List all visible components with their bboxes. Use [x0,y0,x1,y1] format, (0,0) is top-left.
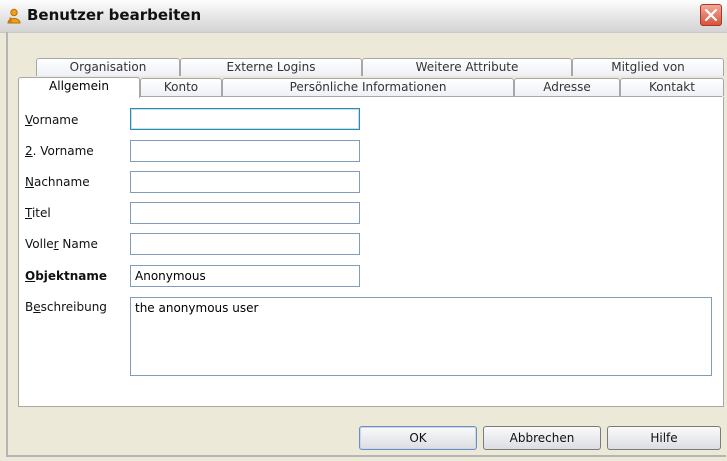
ok-button[interactable]: OK [359,426,477,450]
window-border-left [6,32,8,457]
title-bar[interactable]: Benutzer bearbeiten [0,0,727,33]
nachname-field[interactable] [130,171,360,193]
label-beschreibung: Beschreibung [25,300,107,314]
tab-konto[interactable]: Konto [140,78,222,96]
label-nachname: Nachname [25,175,90,189]
label-voller-name: Voller Name [25,237,98,251]
label-objektname: Objektname [25,269,108,283]
zweiter-vorname-field[interactable] [130,140,360,162]
help-button[interactable]: Hilfe [607,426,721,450]
close-icon [705,9,717,21]
tab-mitglied-von[interactable]: Mitglied von [572,58,724,76]
titel-field[interactable] [130,202,360,224]
window-border-bottom [6,455,726,457]
window-title: Benutzer bearbeiten [27,6,202,24]
tab-persoenliche-informationen[interactable]: Persönliche Informationen [222,78,514,96]
tab-organisation[interactable]: Organisation [36,58,180,76]
dialog-window: Benutzer bearbeiten Organisation Externe… [0,0,727,461]
voller-name-field[interactable] [130,233,360,255]
tab-kontakt[interactable]: Kontakt [620,78,724,96]
label-zweiter-vorname: 2. Vorname [25,144,94,158]
vorname-field[interactable] [130,108,360,130]
tab-adresse[interactable]: Adresse [514,78,620,96]
tab-externe-logins[interactable]: Externe Logins [180,58,362,76]
label-vorname: Vorname [25,113,79,127]
user-icon [6,8,22,24]
close-button[interactable] [700,4,722,26]
objektname-field[interactable] [130,265,360,287]
tab-allgemein[interactable]: Allgemein [18,77,140,98]
tab-weitere-attribute[interactable]: Weitere Attribute [362,58,572,76]
beschreibung-field[interactable]: the anonymous user [130,297,712,376]
label-titel: Titel [25,206,51,220]
cancel-button[interactable]: Abbrechen [483,426,601,450]
